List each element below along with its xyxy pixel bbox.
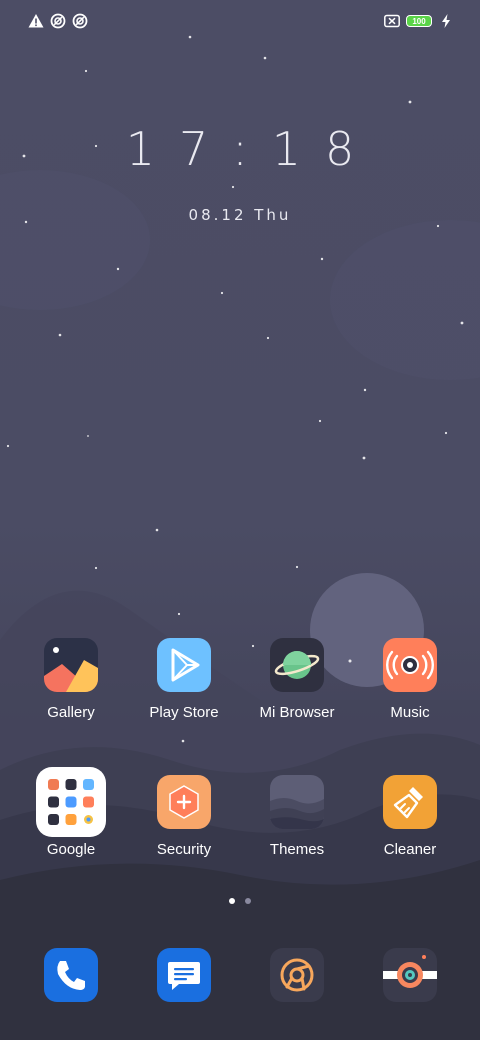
themes-icon (270, 775, 324, 829)
app-label-music: Music (390, 704, 430, 721)
charging-icon (442, 14, 450, 28)
app-music[interactable]: Music (355, 638, 465, 721)
dock-phone[interactable] (44, 948, 98, 1002)
sim-off-icon (384, 14, 400, 28)
battery-icon: 100 (406, 15, 432, 27)
status-bar: 100 (0, 0, 480, 42)
sync-icon (50, 13, 66, 29)
app-label-gallery: Gallery (47, 704, 95, 721)
status-left (28, 13, 88, 29)
dock-messages[interactable] (157, 948, 211, 1002)
app-label-cleaner: Cleaner (383, 841, 437, 858)
app-label-mi-browser: Mi Browser (259, 704, 335, 721)
data-saver-icon (72, 13, 88, 29)
phone-icon (57, 961, 85, 990)
app-gallery[interactable]: Gallery (16, 638, 126, 721)
chrome-icon (280, 958, 314, 992)
app-label-security: Security (156, 841, 212, 858)
page-indicator (0, 898, 480, 904)
page-dot-2[interactable] (245, 898, 251, 904)
app-label-play-store: Play Store (149, 704, 219, 721)
camera-icon (383, 955, 437, 988)
play-store-icon (157, 638, 211, 692)
gallery-icon (44, 638, 98, 692)
cleaner-brush-icon (383, 775, 437, 829)
app-cleaner[interactable]: Cleaner (355, 775, 465, 858)
app-play-store[interactable]: Play Store (129, 638, 239, 721)
messages-icon (168, 962, 200, 990)
app-themes[interactable]: Themes (242, 775, 352, 858)
battery-level: 100 (412, 16, 426, 26)
app-google-folder[interactable]: Google (16, 767, 126, 858)
app-label-themes: Themes (269, 841, 325, 858)
music-speaker-icon (383, 638, 437, 692)
google-folder-icon (36, 767, 106, 837)
security-shield-icon (157, 775, 211, 829)
dock-camera[interactable] (383, 948, 437, 1002)
page-dot-1[interactable] (229, 898, 235, 904)
status-right: 100 (384, 13, 454, 29)
clock-date[interactable]: 08.12 Thu (0, 206, 480, 224)
browser-planet-icon (270, 638, 324, 692)
warning-icon (28, 14, 44, 28)
app-label-google: Google (46, 841, 96, 858)
app-mi-browser[interactable]: Mi Browser (242, 638, 352, 721)
clock-time[interactable]: 17:18 (0, 122, 480, 176)
dock-chrome[interactable] (270, 948, 324, 1002)
app-security[interactable]: Security (129, 775, 239, 858)
